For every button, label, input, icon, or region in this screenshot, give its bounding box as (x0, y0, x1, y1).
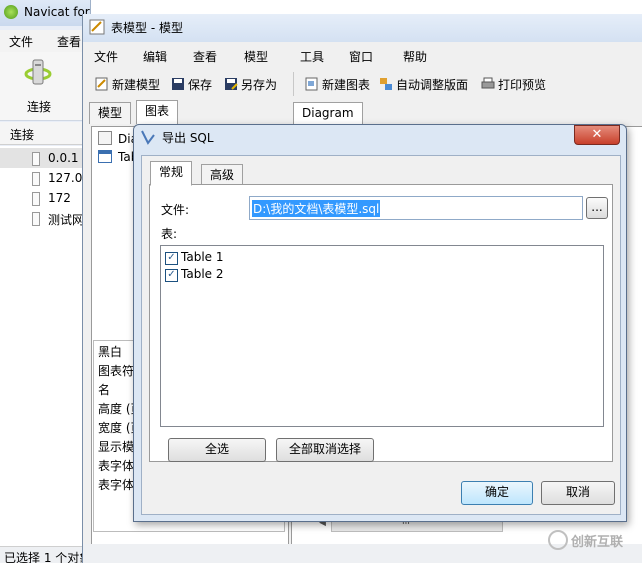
property-label: 表字体 (98, 459, 135, 473)
connection-label: 127.0 (48, 171, 83, 185)
table-name: Table 2 (181, 267, 224, 281)
menu-window[interactable]: 窗口 (349, 48, 373, 65)
export-sql-icon (141, 130, 155, 145)
navicat-status-text: 已选择 1 个对象 (4, 551, 91, 563)
left-tabs: 模型 图表 (89, 100, 289, 124)
cancel-button[interactable]: 取消 (541, 481, 615, 505)
menu-view[interactable]: 查看 (193, 48, 217, 65)
general-tab-panel: 文件: D:\我的文档\表模型.sql ... 表: ✓ Table 1 ✓ T… (149, 184, 613, 462)
navicat-main-window: Navicat for MySQL 文件 查看 连接 连接 0.0.1 127.… (0, 0, 91, 563)
tab-general[interactable]: 常规 (150, 161, 193, 186)
model-title: 表模型 - 模型 (111, 21, 183, 35)
dialog-title: 导出 SQL (162, 131, 214, 145)
print-preview-icon (481, 77, 495, 89)
menu-tools[interactable]: 工具 (300, 48, 324, 65)
dialog-title-bar: 导出 SQL ✕ (134, 125, 626, 149)
tables-list: ✓ Table 1 ✓ Table 2 (160, 245, 604, 427)
print-preview-label: 打印预览 (498, 78, 547, 92)
model-window-icon (89, 19, 105, 35)
auto-layout-button[interactable]: 自动调整版面 (379, 76, 468, 93)
connection-item[interactable]: 172 (0, 188, 90, 208)
save-as-icon (225, 78, 238, 90)
model-title-bar: 表模型 - 模型 (83, 14, 642, 42)
save-button[interactable]: 保存 (171, 76, 212, 93)
navicat-status-bar: 已选择 1 个对象 (0, 546, 90, 563)
connection-item[interactable]: 127.0 (0, 168, 90, 188)
ok-button[interactable]: 确定 (461, 481, 533, 505)
tab-diagram[interactable]: 图表 (136, 100, 179, 124)
connection-item[interactable]: 0.0.1 (0, 148, 90, 168)
tab-advanced[interactable]: 高级 (201, 164, 244, 185)
property-label: 名 (98, 383, 111, 397)
file-path-input[interactable]: D:\我的文档\表模型.sql (249, 196, 583, 220)
connection-icon (32, 172, 40, 186)
menu-help[interactable]: 帮助 (403, 48, 427, 65)
tab-model[interactable]: 模型 (89, 102, 132, 124)
diagram-icon (98, 131, 112, 145)
table-name: Table 1 (181, 250, 224, 264)
deselect-all-button[interactable]: 全部取消选择 (276, 438, 374, 462)
close-button[interactable]: ✕ (574, 125, 620, 145)
navicat-menubar: 文件 查看 (0, 30, 90, 52)
watermark: 创新互联 (548, 530, 623, 550)
navicat-menu-view[interactable]: 查看 (57, 33, 81, 50)
new-model-button[interactable]: 新建模型 (95, 76, 160, 93)
property-label: 显示模 (98, 440, 135, 454)
connections-header-label: 连接 (10, 128, 35, 142)
menu-model[interactable]: 模型 (244, 48, 268, 65)
navicat-title: Navicat for MySQL (24, 5, 90, 19)
connection-item[interactable]: 测试网 (0, 208, 90, 228)
connect-icon (24, 59, 52, 85)
new-diagram-icon (305, 77, 318, 91)
model-toolbar: 新建模型 保存 另存为 新建图表 自动调整版面 打印预览 (83, 72, 642, 98)
auto-layout-icon (380, 78, 392, 90)
navicat-toolbar: 连接 (0, 52, 90, 121)
tables-label: 表: (161, 227, 178, 241)
menu-file[interactable]: 文件 (94, 48, 118, 65)
save-as-button[interactable]: 另存为 (224, 76, 277, 93)
file-label: 文件: (161, 203, 190, 217)
save-label: 保存 (188, 78, 213, 92)
new-model-label: 新建模型 (112, 78, 161, 92)
watermark-logo-icon (548, 530, 568, 550)
connect-label[interactable]: 连接 (27, 98, 51, 115)
new-model-icon (95, 77, 108, 91)
navicat-app-icon (4, 5, 18, 19)
connection-icon (32, 152, 40, 166)
connections-list: 0.0.1 127.0 172 测试网 (0, 146, 90, 546)
connection-icon (32, 212, 40, 226)
property-label: 图表符 (98, 364, 135, 378)
file-path-value: D:\我的文档\表模型.sql (252, 200, 381, 217)
model-menubar: 文件 编辑 查看 模型 工具 窗口 帮助 (83, 44, 642, 66)
navicat-title-bar: Navicat for MySQL (0, 0, 90, 26)
property-label: 表字体 (98, 478, 135, 492)
checkbox-checked-icon[interactable]: ✓ (165, 252, 178, 265)
menu-edit[interactable]: 编辑 (143, 48, 167, 65)
connections-header: 连接 (0, 122, 90, 145)
export-sql-dialog: 导出 SQL ✕ 常规 高级 文件: D:\我的文档\表模型.sql ... 表… (133, 124, 627, 522)
table-icon (98, 150, 112, 163)
browse-button[interactable]: ... (586, 197, 608, 219)
connection-label: 测试网 (48, 213, 85, 227)
new-diagram-button[interactable]: 新建图表 (305, 76, 370, 93)
auto-layout-label: 自动调整版面 (396, 78, 469, 92)
watermark-text: 创新互联 (571, 535, 624, 550)
tab-diagram-1[interactable]: Diagram 1 (293, 102, 363, 140)
checkbox-checked-icon[interactable]: ✓ (165, 269, 178, 282)
connection-label: 172 (48, 191, 71, 205)
toolbar-separator (293, 72, 294, 96)
connection-icon (32, 192, 40, 206)
dialog-body: 常规 高级 文件: D:\我的文档\表模型.sql ... 表: ✓ Table… (141, 155, 621, 515)
print-preview-button[interactable]: 打印预览 (481, 76, 546, 93)
select-all-button[interactable]: 全选 (168, 438, 266, 462)
property-label: 黑白 (98, 345, 123, 359)
navicat-menu-file[interactable]: 文件 (9, 33, 33, 50)
save-as-label: 另存为 (241, 78, 278, 92)
connect-button[interactable] (24, 58, 52, 88)
save-icon (172, 78, 184, 90)
connection-label: 0.0.1 (48, 151, 79, 165)
new-diagram-label: 新建图表 (322, 78, 371, 92)
